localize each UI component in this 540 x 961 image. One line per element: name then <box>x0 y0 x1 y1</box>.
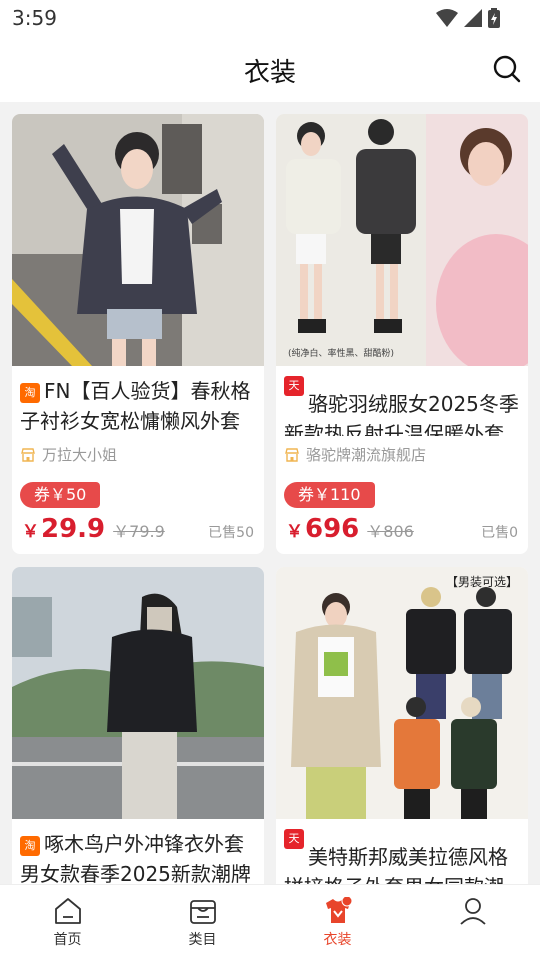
product-title[interactable]: 天猫 美特斯邦威美拉德风格拼接格子外套男女同款潮 <box>284 829 520 889</box>
product-image[interactable]: (纯净白、率性黑、甜酷粉) <box>276 114 528 366</box>
tab-category[interactable]: 类目 <box>135 885 270 961</box>
product-card[interactable]: (纯净白、率性黑、甜酷粉) 天猫 骆驼羽绒服女2025冬季新款热反射升温保暖外套 … <box>276 114 528 554</box>
price: 696 <box>305 514 360 544</box>
product-title[interactable]: 淘 FN【百人验货】春秋格子衬衫女宽松慵懒风外套 <box>20 376 256 436</box>
image-caption: (纯净白、率性黑、甜酷粉) <box>288 349 395 359</box>
shop-name: 万拉大小姐 <box>42 446 118 464</box>
profile-icon <box>459 898 486 925</box>
price-row: ￥ 29.9 ￥79.9 已售50 <box>22 514 254 544</box>
coupon-badge[interactable]: 券￥50 <box>20 482 101 508</box>
product-image[interactable] <box>12 114 264 366</box>
product-image[interactable]: 【男装可选】 <box>276 567 528 819</box>
price-symbol: ￥ <box>286 522 303 542</box>
tmall-badge: 天猫 <box>284 376 304 412</box>
coupon-badge[interactable]: 券￥110 <box>284 482 375 508</box>
image-caption: 【男装可选】 <box>445 575 518 589</box>
clothing-icon <box>325 897 352 923</box>
product-title[interactable]: 淘啄木鸟户外冲锋衣外套男女款春季2025新款潮牌 <box>20 829 256 889</box>
tab-label: 衣装 <box>323 932 352 948</box>
taobao-badge: 淘 <box>20 383 40 403</box>
store-icon <box>285 447 299 462</box>
tab-label: 类目 <box>188 932 217 948</box>
shop-name: 骆驼牌潮流旗舰店 <box>306 446 427 464</box>
category-icon <box>189 900 216 924</box>
tab-profile[interactable] <box>405 885 540 961</box>
taobao-badge: 淘 <box>20 836 40 856</box>
signal-icon <box>464 9 482 27</box>
original-price: ￥79.9 <box>113 522 165 541</box>
status-bar: 3:59 <box>0 0 540 38</box>
product-image[interactable] <box>12 567 264 819</box>
original-price: ￥806 <box>367 522 414 541</box>
battery-icon <box>488 8 500 28</box>
price-symbol: ￥ <box>22 522 39 542</box>
search-button[interactable] <box>492 54 522 84</box>
product-card[interactable]: 淘 FN【百人验货】春秋格子衬衫女宽松慵懒风外套 万拉大小姐 券￥50 ￥ 29.… <box>12 114 264 554</box>
tab-clothing[interactable]: 衣装 <box>270 885 405 961</box>
shop-link[interactable]: 骆驼牌潮流旗舰店 <box>284 444 426 465</box>
product-card[interactable]: 【男装可选】 天猫 美特斯邦威美拉德风格拼接格子外套男女同款潮 <box>276 567 528 897</box>
wifi-icon <box>436 9 458 27</box>
search-icon <box>493 55 521 83</box>
product-card[interactable]: 淘啄木鸟户外冲锋衣外套男女款春季2025新款潮牌 <box>12 567 264 897</box>
store-icon <box>21 447 35 462</box>
header: 衣装 <box>0 38 540 102</box>
status-time: 3:59 <box>12 6 57 30</box>
price: 29.9 <box>41 514 106 544</box>
status-icons <box>436 8 500 28</box>
tmall-badge: 天猫 <box>284 829 304 865</box>
page-title: 衣装 <box>243 58 296 88</box>
home-icon <box>54 898 81 924</box>
tab-label: 首页 <box>53 932 82 948</box>
tab-home[interactable]: 首页 <box>0 885 135 961</box>
product-title[interactable]: 天猫 骆驼羽绒服女2025冬季新款热反射升温保暖外套 <box>284 376 520 436</box>
sold-count: 已售0 <box>481 525 518 541</box>
sold-count: 已售50 <box>208 525 254 541</box>
bottom-tab-bar: 首页 类目 衣装 <box>0 884 540 961</box>
price-row: ￥ 696 ￥806 已售0 <box>286 514 518 544</box>
shop-link[interactable]: 万拉大小姐 <box>20 444 117 465</box>
